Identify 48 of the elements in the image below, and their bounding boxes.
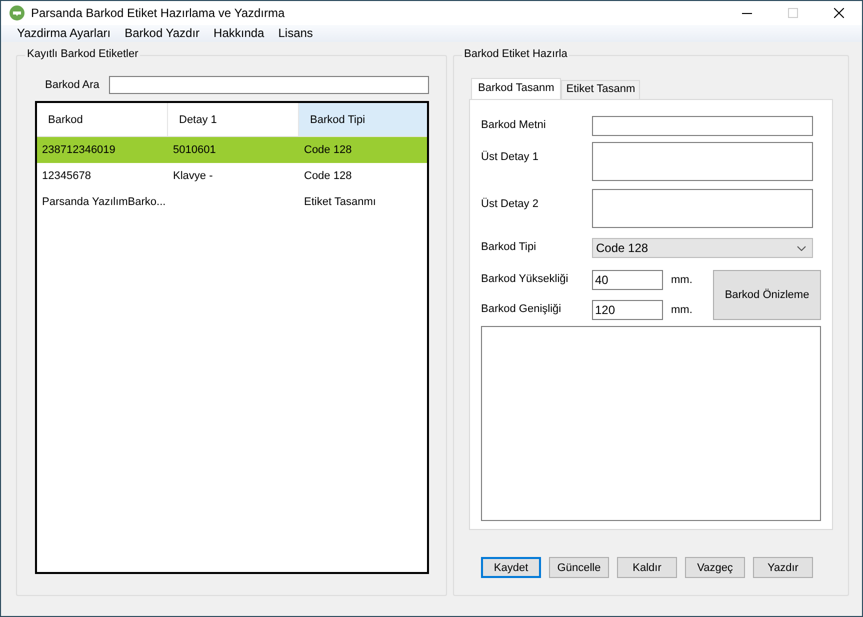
- field-label: Üst Detay 2: [481, 196, 540, 210]
- preview-button[interactable]: Barkod Önizleme: [713, 270, 821, 320]
- field-label: Barkod Genişliği: [481, 302, 562, 315]
- action-button[interactable]: Yazdır: [753, 557, 813, 578]
- table-cell: Etiket Tasanmı: [304, 196, 376, 208]
- table-cell: 12345678: [42, 170, 91, 182]
- field-label: Üst Detay 1: [481, 150, 540, 163]
- field-label: Barkod Yüksekliği: [481, 272, 570, 285]
- table-cell: 5010601: [173, 144, 216, 156]
- field-label: Barkod Metni: [481, 118, 547, 131]
- field-label: Barkod Ara: [45, 79, 100, 91]
- unit-label: mm.: [670, 273, 694, 286]
- chevron-down-icon: [797, 246, 806, 250]
- close-icon: [834, 8, 844, 18]
- unit-label: mm.: [670, 303, 694, 316]
- menu-item[interactable]: Hakkında: [206, 26, 272, 40]
- table-row[interactable]: 238712346019 5010601 Code 128: [37, 137, 427, 163]
- app-icon: [9, 4, 25, 21]
- action-button[interactable]: Vazgeç: [685, 557, 745, 578]
- maximize-icon: [788, 8, 798, 18]
- table-cell: Code 128: [304, 170, 352, 182]
- tab[interactable]: Barkod Tasanm: [471, 78, 562, 99]
- table-cell: Parsanda YazılımBarko...: [42, 196, 166, 208]
- dropdown[interactable]: Code 128: [592, 238, 813, 258]
- action-button[interactable]: Kaldır: [617, 557, 677, 578]
- group-title: Barkod Etiket Hazırla: [462, 48, 570, 60]
- table-row[interactable]: Parsanda YazılımBarko... Etiket Tasanmı: [37, 189, 427, 215]
- text-area[interactable]: [592, 189, 813, 228]
- field-label: Barkod Tipi: [481, 240, 538, 253]
- table-row[interactable]: 12345678 Klavye - Code 128: [37, 163, 427, 189]
- table-cell: Klavye -: [173, 170, 213, 182]
- group-title: Kayıtlı Barkod Etiketler: [25, 48, 140, 60]
- table-cell: 238712346019: [42, 144, 116, 156]
- window-title: Parsanda Barkod Etiket Hazırlama ve Yazdırma: [31, 6, 285, 20]
- text-area[interactable]: [592, 142, 813, 181]
- number-field[interactable]: 40: [592, 270, 663, 290]
- column-header[interactable]: Barkod: [37, 103, 168, 136]
- column-header[interactable]: Barkod Tipi: [299, 103, 427, 136]
- menu-item[interactable]: Barkod Yazdır: [118, 26, 207, 40]
- search-field[interactable]: [109, 76, 429, 94]
- action-button[interactable]: Güncelle: [549, 557, 609, 578]
- menu-item[interactable]: Yazdirma Ayarları: [10, 26, 118, 40]
- number-field[interactable]: 120: [592, 300, 663, 320]
- menu-item[interactable]: Lisans: [271, 26, 320, 40]
- action-button[interactable]: Kaydet: [481, 557, 541, 578]
- table-cell: Code 128: [304, 144, 352, 156]
- tab[interactable]: Etiket Tasanm: [561, 80, 640, 99]
- text-field[interactable]: [592, 116, 813, 136]
